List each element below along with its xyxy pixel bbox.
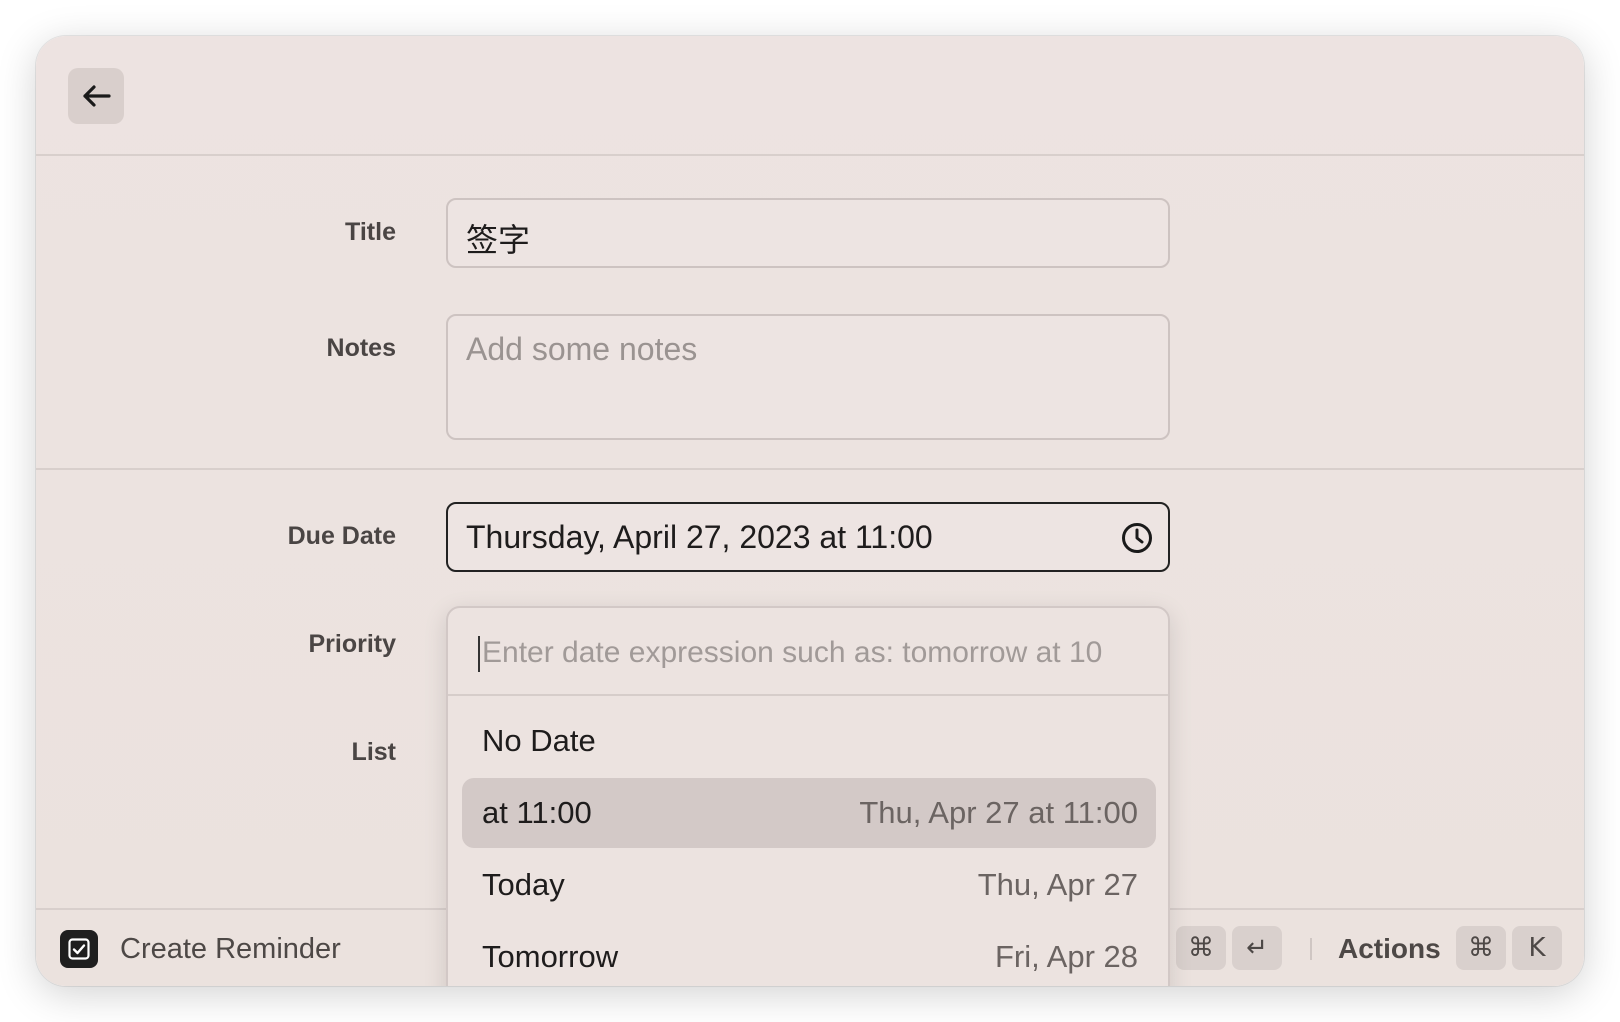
shortcut-separator [1310,938,1312,960]
date-option-today[interactable]: Today Thu, Apr 27 [462,850,1156,920]
priority-label: Priority [308,630,396,658]
reminder-window: Title 签字 Notes Add some notes Due Date T… [36,36,1584,986]
date-option-label: at 11:00 [482,795,592,830]
date-option-value: Thu, Apr 27 [977,867,1138,902]
notes-label: Notes [326,334,396,362]
date-suggestion-dropdown: Enter date expression such as: tomorrow … [446,606,1170,986]
date-option-at-time[interactable]: at 11:00 Thu, Apr 27 at 11:00 [462,778,1156,848]
text-caret [478,636,480,672]
date-option-value: Thu, Apr 27 at 11:00 [859,795,1138,830]
due-date-field[interactable]: Thursday, April 27, 2023 at 11:00 [446,502,1170,572]
date-option-tomorrow[interactable]: Tomorrow Fri, Apr 28 [462,922,1156,986]
date-expression-input[interactable]: Enter date expression such as: tomorrow … [448,608,1168,696]
checkbox-icon [60,930,98,968]
cmd-key-icon[interactable]: ⌘ [1456,926,1506,970]
back-button[interactable] [68,68,124,124]
date-option-label: No Date [482,723,596,758]
return-key-icon[interactable]: ↵ [1232,926,1282,970]
title-field[interactable]: 签字 [446,198,1170,268]
cmd-key-icon[interactable]: ⌘ [1176,926,1226,970]
date-option-label: Today [482,867,565,902]
due-date-label: Due Date [287,522,396,550]
date-option-value: Fri, Apr 28 [995,939,1138,974]
title-label: Title [345,218,396,246]
date-expression-placeholder: Enter date expression such as: tomorrow … [482,636,1103,669]
arrow-left-icon [83,85,111,107]
notes-placeholder: Add some notes [466,331,698,367]
due-date-value: Thursday, April 27, 2023 at 11:00 [466,519,933,555]
date-option-label: Tomorrow [482,939,619,974]
create-reminder-button[interactable]: Create Reminder [120,933,341,966]
clock-icon[interactable] [1120,521,1154,555]
section-divider [36,468,1584,470]
list-label: List [351,738,396,766]
k-key[interactable]: K [1512,926,1562,970]
notes-field[interactable]: Add some notes [446,314,1170,440]
date-option-no-date[interactable]: No Date [462,706,1156,776]
actions-button[interactable]: Actions [1338,933,1441,965]
top-bar [36,36,1584,156]
title-value: 签字 [466,222,531,258]
